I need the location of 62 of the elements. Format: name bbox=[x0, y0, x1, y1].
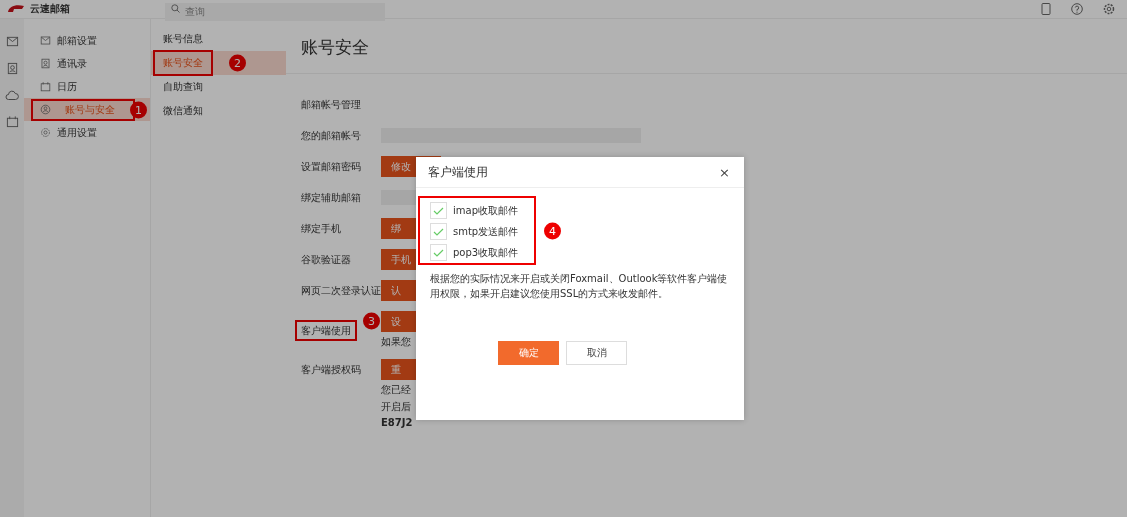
logo-icon bbox=[6, 3, 26, 15]
note-text: 您已经 bbox=[381, 383, 412, 397]
subnav-item[interactable]: 微信通知 bbox=[151, 99, 286, 123]
number-badge: 1 bbox=[130, 101, 147, 118]
search-field[interactable]: 查询 bbox=[165, 2, 385, 21]
number-badge: 4 bbox=[544, 222, 561, 239]
mail-icon bbox=[40, 35, 51, 46]
row-label: 谷歌验证器 bbox=[301, 253, 352, 267]
row-label: 邮箱帐号管理 bbox=[301, 98, 362, 112]
sidebar-label: 邮箱设置 bbox=[57, 33, 97, 48]
phone-icon[interactable] bbox=[1041, 3, 1051, 15]
code-text: E87J2 bbox=[381, 417, 414, 428]
row-label: 网页二次登录认证 bbox=[301, 284, 381, 298]
calendar-icon[interactable] bbox=[5, 115, 19, 128]
cancel-button[interactable]: 取消 bbox=[566, 341, 627, 365]
subnav-item[interactable]: 账号信息 bbox=[151, 27, 286, 51]
check-icon bbox=[433, 227, 444, 236]
subnav-label: 账号安全 bbox=[153, 50, 213, 76]
close-button[interactable]: × bbox=[717, 164, 732, 180]
app-title: 云速邮箱 bbox=[30, 2, 70, 16]
calendar-icon bbox=[40, 81, 51, 92]
check-icon bbox=[433, 206, 444, 215]
checkbox[interactable] bbox=[430, 244, 447, 261]
sidebar-item[interactable]: 邮箱设置 bbox=[24, 29, 150, 52]
checkbox-label: pop3收取邮件 bbox=[453, 245, 519, 260]
row-label: 客户端使用 bbox=[295, 319, 357, 341]
gear-icon bbox=[40, 127, 51, 138]
subnav-item[interactable]: 账号安全 2 bbox=[151, 51, 286, 75]
checkbox-label: smtp发送邮件 bbox=[453, 224, 519, 239]
row-label: 设置邮箱密码 bbox=[301, 160, 362, 174]
check-icon bbox=[433, 248, 444, 257]
sidebar-item[interactable]: 日历 bbox=[24, 75, 150, 98]
row-label: 绑定辅助邮箱 bbox=[301, 191, 362, 205]
mail-icon[interactable] bbox=[5, 35, 19, 48]
subnav-item[interactable]: 自助查询 bbox=[151, 75, 286, 99]
sidebar-label: 通讯录 bbox=[57, 56, 87, 71]
note-text: 开启后 bbox=[381, 400, 412, 414]
cloud-icon[interactable] bbox=[5, 89, 19, 101]
contact-icon[interactable] bbox=[5, 62, 19, 75]
number-badge: 3 bbox=[363, 312, 380, 330]
row-label: 客户端授权码 bbox=[301, 363, 362, 377]
sidebar-item[interactable]: 通讯录 bbox=[24, 52, 150, 75]
row-label: 您的邮箱帐号 bbox=[301, 129, 362, 143]
sidebar-item[interactable]: 账号与安全 1 bbox=[24, 98, 150, 121]
page-title: 账号安全 bbox=[286, 19, 1127, 74]
subnav-label: 自助查询 bbox=[163, 80, 203, 94]
row-label: 绑定手机 bbox=[301, 222, 342, 236]
checkbox[interactable] bbox=[430, 202, 447, 219]
settings-icon[interactable] bbox=[1103, 3, 1115, 15]
subnav-label: 账号信息 bbox=[163, 32, 203, 46]
number-badge: 2 bbox=[229, 54, 246, 72]
sidebar-item[interactable]: 通用设置 bbox=[24, 121, 150, 144]
help-icon[interactable] bbox=[1071, 3, 1083, 15]
checkbox[interactable] bbox=[430, 223, 447, 240]
note-text: 如果您 bbox=[381, 335, 412, 349]
subnav-label: 微信通知 bbox=[163, 104, 203, 118]
search-icon bbox=[171, 4, 180, 13]
contact-icon bbox=[40, 58, 51, 69]
sidebar-label: 通用设置 bbox=[57, 125, 97, 140]
sidebar-label: 日历 bbox=[57, 79, 77, 94]
user-icon bbox=[40, 104, 51, 115]
checkbox-label: imap收取邮件 bbox=[453, 203, 518, 218]
